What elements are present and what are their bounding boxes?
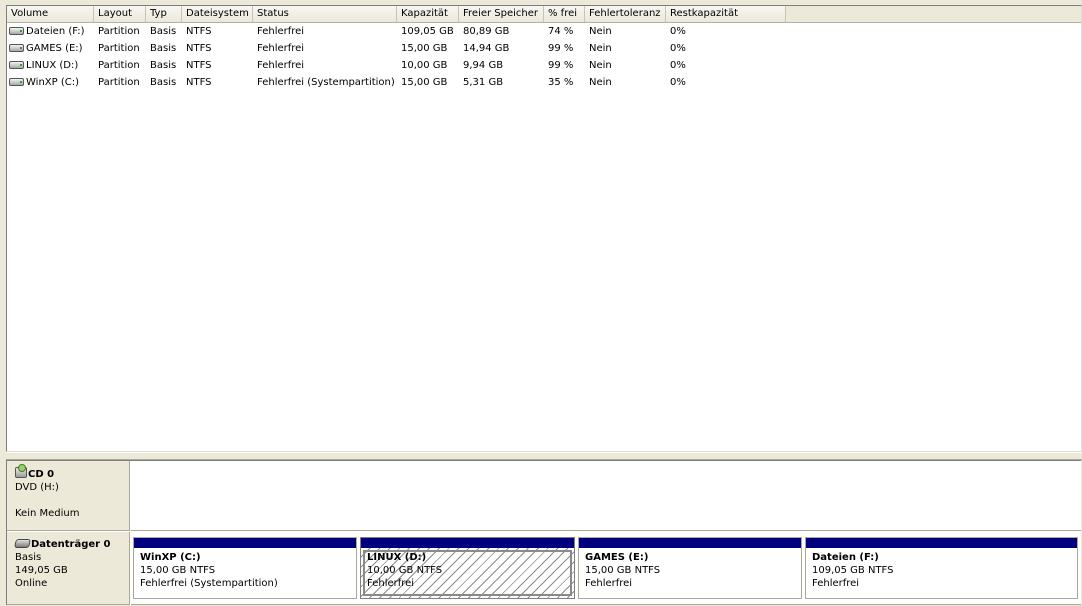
typ-cell: Basis — [150, 60, 177, 71]
dateisystem-cell: NTFS — [186, 43, 212, 54]
column-header-kapazitaet[interactable]: Kapazität — [397, 6, 459, 22]
drive-icon — [9, 61, 24, 69]
typ-cell: Basis — [150, 77, 177, 88]
kapazitaet-cell: 10,00 GB — [401, 60, 448, 71]
restkapazitaet-cell: 0% — [670, 43, 686, 54]
table-row[interactable]: LINUX (D:) Partition Basis NTFS Fehlerfr… — [7, 57, 1081, 74]
partition-size: 15,00 GB NTFS — [140, 565, 216, 576]
column-header-fehlertoleranz[interactable]: Fehlertoleranz — [585, 6, 666, 22]
partition-bar — [579, 538, 801, 548]
column-header-dateisystem[interactable]: Dateisystem — [182, 6, 253, 22]
cd-drive-icon — [15, 464, 27, 478]
typ-cell: Basis — [150, 43, 177, 54]
prozent-frei-cell: 99 % — [548, 60, 574, 71]
cd-type: DVD (H:) — [15, 482, 59, 493]
prozent-frei-cell: 35 % — [548, 77, 574, 88]
partition-status: Fehlerfrei (Systempartition) — [140, 578, 278, 589]
partition-d[interactable]: LINUX (D:) 10,00 GB NTFS Fehlerfrei — [360, 537, 575, 599]
partition-c[interactable]: WinXP (C:) 15,00 GB NTFS Fehlerfrei (Sys… — [133, 537, 357, 599]
status-cell: Fehlerfrei — [257, 60, 305, 71]
hard-disk-icon — [14, 539, 31, 548]
partition-status: Fehlerfrei — [812, 578, 860, 589]
status-cell: Fehlerfrei — [257, 43, 305, 54]
table-row[interactable]: GAMES (E:) Partition Basis NTFS Fehlerfr… — [7, 40, 1081, 57]
freier-speicher-cell: 5,31 GB — [463, 77, 504, 88]
prozent-frei-cell: 74 % — [548, 26, 574, 37]
partition-name: Dateien (F:) — [812, 552, 879, 563]
disk-row[interactable]: Datenträger 0 Basis 149,05 GB Online Win… — [7, 532, 1081, 605]
cd-status: Kein Medium — [15, 508, 80, 519]
dateisystem-cell: NTFS — [186, 26, 212, 37]
kapazitaet-cell: 15,00 GB — [401, 77, 448, 88]
status-cell: Fehlerfrei (Systempartition) — [257, 77, 395, 88]
fehlertoleranz-cell: Nein — [589, 60, 612, 71]
disk-body: WinXP (C:) 15,00 GB NTFS Fehlerfrei (Sys… — [131, 532, 1081, 605]
partition-f[interactable]: Dateien (F:) 109,05 GB NTFS Fehlerfrei — [805, 537, 1078, 599]
column-header-prozent-frei[interactable]: % frei — [544, 6, 585, 22]
volume-list[interactable]: Volume Layout Typ Dateisystem Status Kap… — [6, 5, 1082, 452]
kapazitaet-cell: 109,05 GB — [401, 26, 454, 37]
disk-title: Datenträger 0 — [31, 539, 111, 550]
status-cell: Fehlerfrei — [257, 26, 305, 37]
typ-cell: Basis — [150, 26, 177, 37]
column-header-volume[interactable]: Volume — [7, 6, 94, 22]
layout-cell: Partition — [98, 77, 140, 88]
volume-name: WinXP (C:) — [26, 77, 79, 88]
volume-name: Dateien (F:) — [26, 26, 85, 37]
disk-type: Basis — [15, 552, 42, 563]
drive-icon — [9, 27, 24, 35]
layout-cell: Partition — [98, 26, 140, 37]
disk-size: 149,05 GB — [15, 565, 68, 576]
disk-label[interactable]: Datenträger 0 Basis 149,05 GB Online — [7, 532, 130, 605]
layout-cell: Partition — [98, 43, 140, 54]
partition-e[interactable]: GAMES (E:) 15,00 GB NTFS Fehlerfrei — [578, 537, 802, 599]
column-header-row: Volume Layout Typ Dateisystem Status Kap… — [7, 6, 1081, 23]
partition-size: 109,05 GB NTFS — [812, 565, 894, 576]
partition-bar — [806, 538, 1077, 548]
drive-icon — [9, 78, 24, 86]
partition-status: Fehlerfrei — [367, 578, 415, 589]
restkapazitaet-cell: 0% — [670, 26, 686, 37]
cd-row[interactable]: CD 0 DVD (H:) Kein Medium — [7, 461, 1081, 531]
partition-bar — [361, 538, 574, 548]
cd-title: CD 0 — [28, 469, 55, 480]
cd-label[interactable]: CD 0 DVD (H:) Kein Medium — [7, 461, 130, 531]
column-header-typ[interactable]: Typ — [146, 6, 182, 22]
column-header-restkapazitaet[interactable]: Restkapazität — [666, 6, 786, 22]
table-row[interactable]: Dateien (F:) Partition Basis NTFS Fehler… — [7, 23, 1081, 40]
layout-cell: Partition — [98, 60, 140, 71]
table-row[interactable]: WinXP (C:) Partition Basis NTFS Fehlerfr… — [7, 74, 1081, 91]
restkapazitaet-cell: 0% — [670, 77, 686, 88]
volume-name: GAMES (E:) — [26, 43, 83, 54]
column-header-status[interactable]: Status — [253, 6, 397, 22]
drive-icon — [9, 44, 24, 52]
partition-name: LINUX (D:) — [367, 552, 427, 563]
disk-status: Online — [15, 578, 48, 589]
fehlertoleranz-cell: Nein — [589, 26, 612, 37]
prozent-frei-cell: 99 % — [548, 43, 574, 54]
partition-name: GAMES (E:) — [585, 552, 649, 563]
fehlertoleranz-cell: Nein — [589, 43, 612, 54]
dateisystem-cell: NTFS — [186, 60, 212, 71]
fehlertoleranz-cell: Nein — [589, 77, 612, 88]
partition-name: WinXP (C:) — [140, 552, 201, 563]
freier-speicher-cell: 80,89 GB — [463, 26, 510, 37]
restkapazitaet-cell: 0% — [670, 60, 686, 71]
volume-name: LINUX (D:) — [26, 60, 79, 71]
cd-body — [131, 461, 1081, 531]
disk-view[interactable]: CD 0 DVD (H:) Kein Medium Datenträger 0 … — [6, 460, 1081, 605]
partition-size: 15,00 GB NTFS — [585, 565, 661, 576]
partition-bar — [134, 538, 356, 548]
kapazitaet-cell: 15,00 GB — [401, 43, 448, 54]
freier-speicher-cell: 14,94 GB — [463, 43, 510, 54]
freier-speicher-cell: 9,94 GB — [463, 60, 504, 71]
pane-splitter[interactable] — [6, 452, 1082, 460]
partition-status: Fehlerfrei — [585, 578, 633, 589]
column-header-freier-speicher[interactable]: Freier Speicher — [459, 6, 544, 22]
dateisystem-cell: NTFS — [186, 77, 212, 88]
partition-size: 10,00 GB NTFS — [367, 565, 443, 576]
column-header-layout[interactable]: Layout — [94, 6, 146, 22]
